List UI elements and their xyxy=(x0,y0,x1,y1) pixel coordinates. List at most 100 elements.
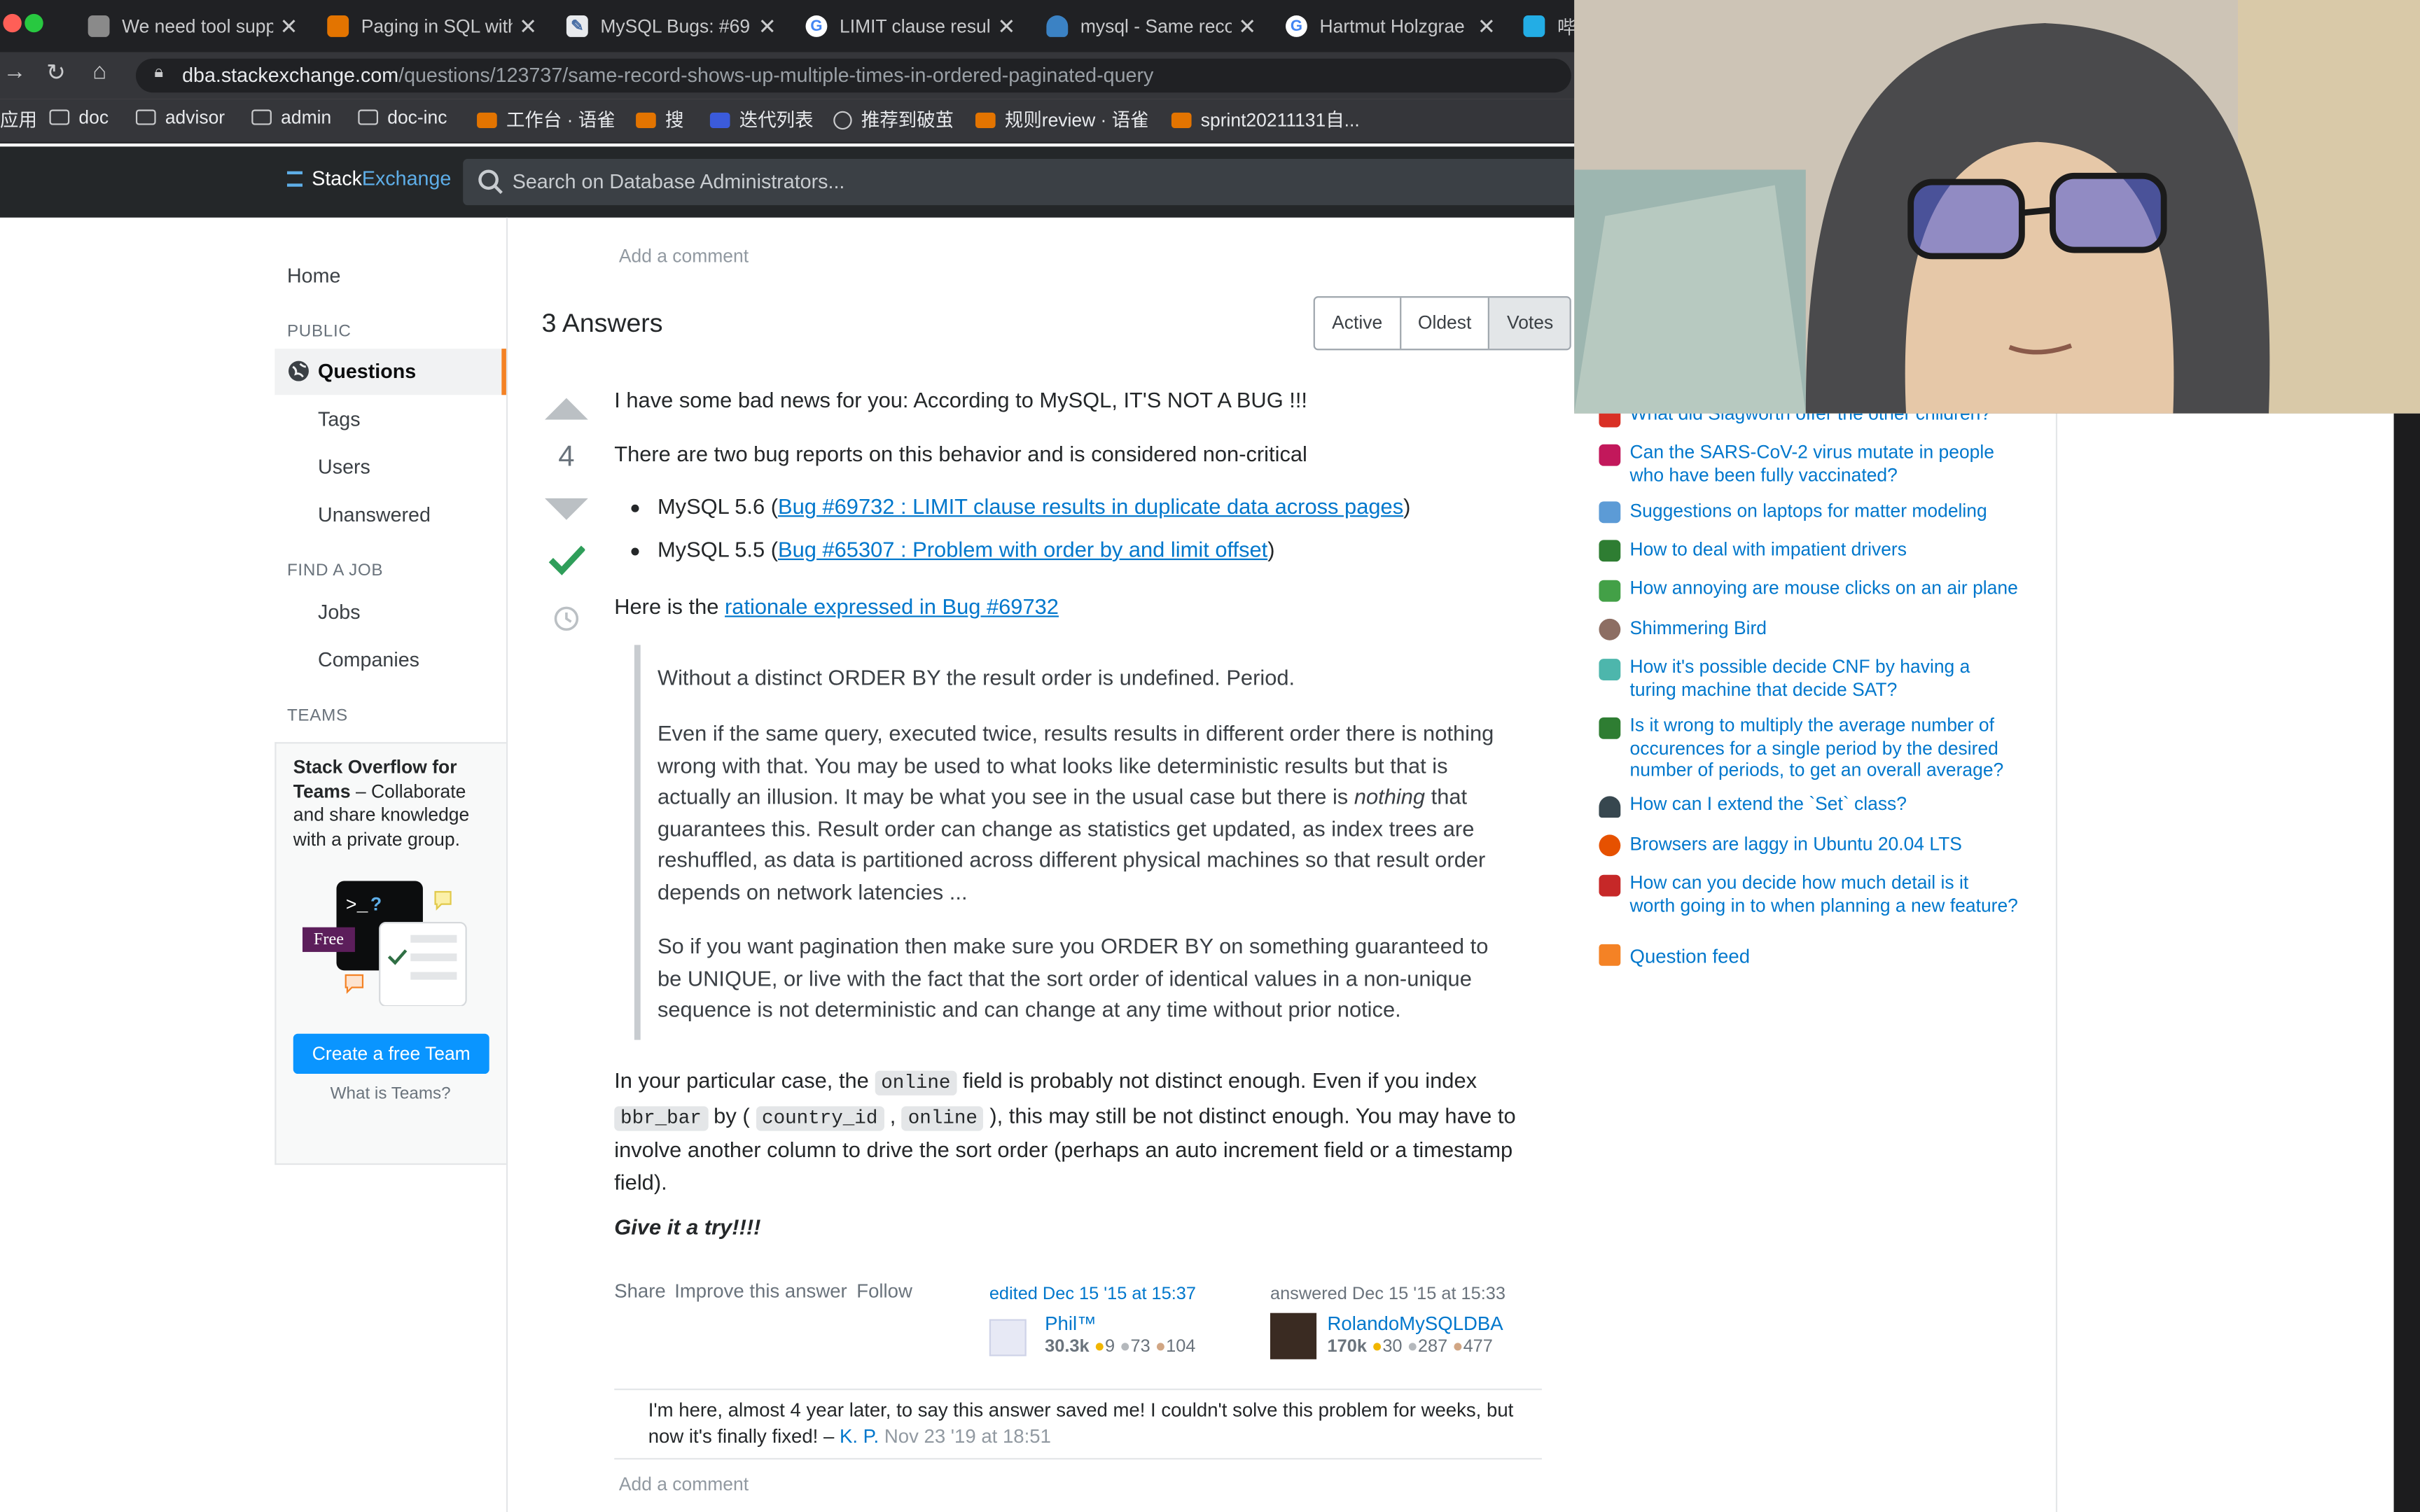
bookmark-folder[interactable]: doc xyxy=(49,106,109,128)
bookmark-link[interactable]: 推荐到破茧 xyxy=(833,106,954,132)
nav-unanswered[interactable]: Unanswered xyxy=(318,503,431,526)
gold-badge-count: 30 xyxy=(1382,1337,1403,1357)
bookmark-folder[interactable]: doc-inc xyxy=(358,106,447,128)
browser-tab[interactable]: G Hartmut Holzgrae ✕ xyxy=(1286,0,1496,52)
tab-title: MySQL Bugs: #69 xyxy=(600,15,751,37)
bookmark-apps[interactable]: 应用 xyxy=(0,106,37,132)
user-avatar-favicon-icon xyxy=(88,15,110,37)
browser-tab[interactable]: mysql - Same reco ✕ xyxy=(1046,0,1256,52)
nav-questions[interactable]: Questions xyxy=(318,360,416,383)
bookmark-link[interactable]: 规则review · 语雀 xyxy=(975,106,1149,132)
hot-question-link[interactable]: Can the SARS-CoV-2 virus mutate in peopl… xyxy=(1630,441,2019,486)
comment-date[interactable]: Nov 23 '19 at 18:51 xyxy=(884,1424,1051,1446)
silver-badge-icon: ● xyxy=(1407,1337,1418,1357)
nav-companies[interactable]: Companies xyxy=(318,648,419,671)
hot-question-link[interactable]: Suggestions on laptops for matter modeli… xyxy=(1630,500,2019,522)
stackexchange-logo[interactable]: StackExchange xyxy=(286,167,451,190)
edited-timestamp[interactable]: edited Dec 15 '15 at 15:37 xyxy=(989,1285,1196,1303)
bookmark-folder[interactable]: admin xyxy=(251,106,331,128)
browser-tab[interactable]: We need tool supp ✕ xyxy=(88,0,298,52)
improve-answer-link[interactable]: Improve this answer xyxy=(674,1280,847,1302)
question-feed-link[interactable]: Question feed xyxy=(1630,946,1751,967)
bookmark-folder[interactable]: advisor xyxy=(135,106,225,128)
editor-avatar[interactable] xyxy=(989,1319,1027,1357)
browser-tab[interactable]: ✎ MySQL Bugs: #69 ✕ xyxy=(566,0,777,52)
comment-user[interactable]: K. P. xyxy=(840,1424,879,1446)
inline-code: online xyxy=(875,1070,957,1096)
pm-favicon-icon xyxy=(1599,874,1621,897)
nav-tags[interactable]: Tags xyxy=(318,407,361,430)
search-placeholder: Search on Database Administrators... xyxy=(512,169,845,193)
hot-question-link[interactable]: How can you decide how much detail is it… xyxy=(1630,872,2019,916)
bookmark-link[interactable]: 迭代列表 xyxy=(709,106,814,132)
feather-icon xyxy=(477,111,497,127)
home-icon[interactable]: ⌂ xyxy=(92,59,106,85)
svg-text:>_: >_ xyxy=(346,895,368,916)
list-item: MySQL 5.6 (Bug #69732 : LIMIT clause res… xyxy=(658,493,1410,518)
aviation-favicon-icon xyxy=(1599,580,1621,602)
nav-jobs[interactable]: Jobs xyxy=(318,600,361,623)
reload-icon[interactable]: ↻ xyxy=(46,59,66,86)
hot-question-link[interactable]: Shimmering Bird xyxy=(1630,617,2019,640)
folder-icon xyxy=(251,109,272,125)
bug-65307-link[interactable]: Bug #65307 : Problem with order by and l… xyxy=(778,537,1267,561)
close-tab-icon[interactable]: ✕ xyxy=(519,13,537,39)
vote-count: 4 xyxy=(558,441,575,474)
svg-text:?: ? xyxy=(370,893,382,914)
browser-tab[interactable]: Paging in SQL with ✕ xyxy=(327,0,537,52)
url-path: /questions/123737/same-record-shows-up-m… xyxy=(398,63,1154,87)
author-name[interactable]: RolandoMySQLDBA xyxy=(1328,1313,1503,1335)
hot-question-link[interactable]: How annoying are mouse clicks on an air … xyxy=(1630,577,2019,599)
folder-icon xyxy=(49,109,70,125)
webcam-overlay xyxy=(1574,0,2420,414)
window-zoom-dot[interactable] xyxy=(25,13,43,33)
rationale-link[interactable]: rationale expressed in Bug #69732 xyxy=(725,594,1059,619)
hot-question-link[interactable]: Browsers are laggy in Ubuntu 20.04 LTS xyxy=(1630,833,2019,855)
downvote-arrow-icon[interactable] xyxy=(545,498,588,520)
bookmark-link[interactable]: 工作台 · 语雀 xyxy=(477,106,616,132)
editor-reputation: 30.3k ●9 ●73 ●104 xyxy=(1045,1338,1195,1356)
hot-question-link[interactable]: How to deal with impatient drivers xyxy=(1630,538,2019,561)
upvote-arrow-icon[interactable] xyxy=(545,398,588,420)
bookmark-link[interactable]: sprint20211131自... xyxy=(1171,106,1360,132)
rss-icon xyxy=(1599,944,1621,966)
bookmark-link[interactable]: 搜 xyxy=(636,106,683,132)
share-link[interactable]: Share xyxy=(614,1280,666,1302)
gold-badge-count: 9 xyxy=(1104,1337,1115,1357)
gold-badge-icon: ● xyxy=(1371,1337,1383,1357)
close-tab-icon[interactable]: ✕ xyxy=(997,13,1015,39)
hot-question-link[interactable]: Is it wrong to multiply the average numb… xyxy=(1630,714,2019,781)
search-app-icon xyxy=(636,111,656,127)
sort-tab-active[interactable]: Active xyxy=(1315,298,1401,349)
bookmark-label: admin xyxy=(281,106,332,128)
close-tab-icon[interactable]: ✕ xyxy=(758,13,777,39)
add-comment-link[interactable]: Add a comment xyxy=(619,245,749,267)
hot-question-link[interactable]: How it's possible decide CNF by having a… xyxy=(1630,656,2019,701)
window-close-dot[interactable] xyxy=(3,13,22,33)
bronze-badge-icon: ● xyxy=(1155,1337,1167,1357)
author-avatar[interactable] xyxy=(1270,1312,1317,1359)
create-team-button[interactable]: Create a free Team xyxy=(293,1033,489,1074)
what-is-teams-link[interactable]: What is Teams? xyxy=(274,1084,506,1102)
bug-69732-link[interactable]: Bug #69732 : LIMIT clause results in dup… xyxy=(778,493,1403,518)
close-tab-icon[interactable]: ✕ xyxy=(280,13,298,39)
browser-tab[interactable]: G LIMIT clause resul ✕ xyxy=(805,0,1015,52)
search-icon xyxy=(478,169,503,195)
hot-question-link[interactable]: How can I extend the `Set` class? xyxy=(1630,793,2019,816)
forward-arrow-icon[interactable]: → xyxy=(3,59,26,85)
free-badge: Free xyxy=(313,930,344,949)
sort-tab-votes[interactable]: Votes xyxy=(1489,298,1571,349)
editor-name[interactable]: Phil™ xyxy=(1045,1313,1096,1335)
list-item-text: ) xyxy=(1403,493,1411,519)
list-bullet xyxy=(631,504,639,512)
close-tab-icon[interactable]: ✕ xyxy=(1238,13,1256,39)
history-icon[interactable] xyxy=(552,605,580,633)
sort-tab-oldest[interactable]: Oldest xyxy=(1401,298,1490,349)
nav-home[interactable]: Home xyxy=(287,264,340,287)
blockquote-paragraph: Without a distinct ORDER BY the result o… xyxy=(657,664,1295,690)
add-comment-link[interactable]: Add a comment xyxy=(619,1474,749,1495)
nav-users[interactable]: Users xyxy=(318,455,370,478)
close-tab-icon[interactable]: ✕ xyxy=(1477,13,1496,39)
url-text[interactable]: dba.stackexchange.com/questions/123737/s… xyxy=(182,63,1153,86)
follow-link[interactable]: Follow xyxy=(856,1280,912,1302)
